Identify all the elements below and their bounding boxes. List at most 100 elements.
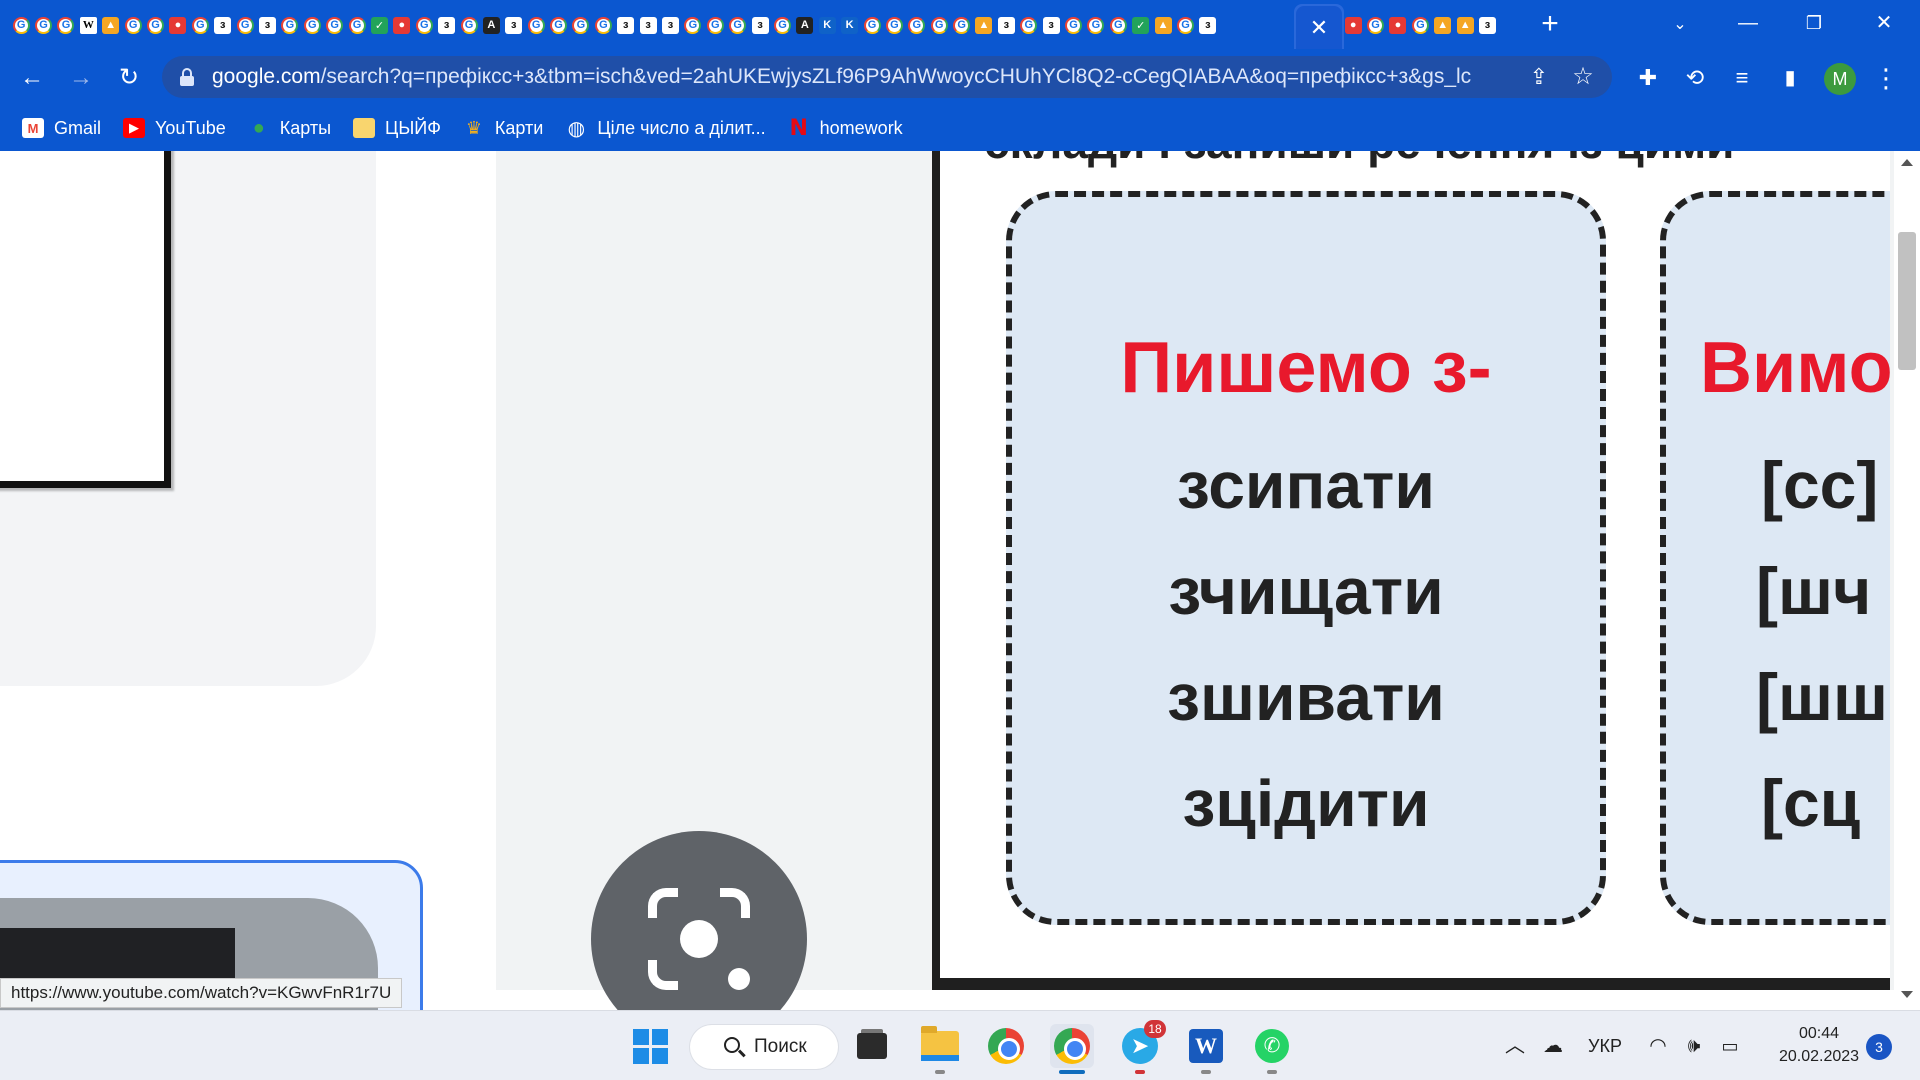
bookmark-integer-division[interactable]: ◍ Ціле число а ділит... — [565, 111, 766, 145]
chrome-active-button[interactable] — [1050, 1024, 1094, 1074]
battery-icon[interactable]: ▭ — [1716, 1033, 1744, 1059]
sync-icon[interactable]: ⟲ — [1680, 63, 1710, 93]
tab[interactable]: з — [503, 10, 525, 40]
tab[interactable]: ▲ — [1432, 10, 1454, 40]
tab[interactable]: з — [1197, 10, 1219, 40]
tab[interactable]: з — [995, 10, 1017, 40]
tab[interactable]: з — [615, 10, 637, 40]
onedrive-cloud-icon[interactable]: ☁ — [1536, 1033, 1570, 1059]
lens-search-button[interactable] — [591, 831, 807, 1010]
url-text[interactable]: google.com/search?q=префіксс+з&tbm=isch&… — [212, 56, 1472, 98]
lock-icon[interactable] — [180, 68, 194, 86]
tab[interactable]: G — [122, 10, 144, 40]
tab[interactable]: G — [771, 10, 793, 40]
tab[interactable]: A — [480, 10, 502, 40]
taskbar-search[interactable]: Поиск — [690, 1025, 838, 1069]
tab[interactable]: ▲ — [973, 10, 995, 40]
tab[interactable]: G — [55, 10, 77, 40]
tab[interactable]: G — [704, 10, 726, 40]
bookmark-gmail[interactable]: M Gmail — [22, 111, 101, 145]
bookmark-maps[interactable]: ● Карты — [248, 111, 331, 145]
profile-avatar[interactable]: M — [1824, 63, 1856, 95]
close-window-button[interactable]: ✕ — [1866, 8, 1902, 38]
image-thumbnail[interactable] — [0, 151, 171, 488]
tab[interactable]: G — [1062, 10, 1084, 40]
tab[interactable]: G — [279, 10, 301, 40]
tab[interactable]: G — [570, 10, 592, 40]
chrome-button[interactable] — [984, 1024, 1028, 1068]
tab[interactable]: з — [256, 10, 278, 40]
tab[interactable]: G — [301, 10, 323, 40]
volume-icon[interactable]: 🕪 — [1680, 1033, 1708, 1059]
tab[interactable]: W — [77, 10, 99, 40]
tab[interactable]: з — [435, 10, 457, 40]
notification-badge[interactable]: 3 — [1866, 1034, 1892, 1060]
bookmark-homework[interactable]: Nhomework — [788, 111, 902, 145]
tab-search-button[interactable]: ⌄ — [1665, 10, 1695, 40]
preview-image[interactable]: склади і запиши речення із цими Пишемо з… — [932, 151, 1890, 990]
forward-button[interactable]: → — [66, 63, 96, 93]
reload-button[interactable]: ↻ — [114, 63, 144, 93]
tab[interactable]: ● — [1342, 10, 1364, 40]
tab[interactable]: G — [682, 10, 704, 40]
tab[interactable]: ● — [167, 10, 189, 40]
media-control-icon[interactable]: ≡ — [1727, 63, 1757, 93]
scrollbar[interactable] — [1894, 151, 1920, 1000]
language-indicator[interactable]: УКР — [1580, 1033, 1630, 1059]
tab[interactable]: G — [906, 10, 928, 40]
bookmark-youtube[interactable]: ▶ YouTube — [123, 111, 226, 145]
tab[interactable]: G — [323, 10, 345, 40]
new-tab-button[interactable]: + — [1535, 9, 1565, 40]
address-bar[interactable]: google.com/search?q=префіксс+з&tbm=isch&… — [162, 56, 1612, 98]
tab[interactable]: G — [1174, 10, 1196, 40]
share-icon[interactable]: ⇪ — [1524, 62, 1554, 92]
tab[interactable]: G — [1409, 10, 1431, 40]
tab[interactable]: G — [883, 10, 905, 40]
tray-overflow-chevron-icon[interactable]: ︿ — [1502, 1033, 1528, 1059]
task-view-button[interactable] — [850, 1024, 894, 1068]
wifi-icon[interactable]: ◠ — [1644, 1033, 1672, 1059]
tab[interactable]: G — [525, 10, 547, 40]
tab[interactable]: K — [816, 10, 838, 40]
start-button[interactable] — [628, 1024, 672, 1068]
tab[interactable]: G — [928, 10, 950, 40]
tab[interactable]: K — [838, 10, 860, 40]
tab[interactable]: ● — [391, 10, 413, 40]
tab[interactable]: G — [234, 10, 256, 40]
scroll-thumb[interactable] — [1898, 232, 1916, 370]
scroll-down-arrow-icon[interactable] — [1901, 991, 1913, 998]
scroll-up-arrow-icon[interactable] — [1901, 159, 1913, 166]
tab[interactable]: A — [794, 10, 816, 40]
extensions-icon[interactable]: ✚ — [1633, 63, 1663, 93]
back-button[interactable]: ← — [17, 63, 47, 93]
tab[interactable]: G — [1107, 10, 1129, 40]
tab[interactable]: G — [413, 10, 435, 40]
tab[interactable]: з — [212, 10, 234, 40]
tab[interactable]: з — [1476, 10, 1498, 40]
tab[interactable]: ▲ — [1454, 10, 1476, 40]
tab[interactable]: ▲ — [100, 10, 122, 40]
tab[interactable]: ✓ — [368, 10, 390, 40]
tab[interactable]: G — [458, 10, 480, 40]
tab[interactable]: ▲ — [1152, 10, 1174, 40]
tab[interactable]: G — [547, 10, 569, 40]
tab[interactable]: G — [727, 10, 749, 40]
tab[interactable]: G — [592, 10, 614, 40]
tab[interactable]: G — [144, 10, 166, 40]
tab[interactable]: G — [10, 10, 32, 40]
file-explorer-button[interactable] — [918, 1024, 962, 1074]
menu-icon[interactable]: ⋮ — [1871, 63, 1901, 93]
side-panel-icon[interactable]: ▮ — [1775, 63, 1805, 93]
tab[interactable]: з — [637, 10, 659, 40]
clock[interactable]: 00:44 20.02.2023 — [1766, 1022, 1872, 1068]
tab[interactable]: G — [950, 10, 972, 40]
tab[interactable]: G — [861, 10, 883, 40]
tab[interactable]: G — [189, 10, 211, 40]
tab[interactable]: ● — [1387, 10, 1409, 40]
tab[interactable]: ✓ — [1130, 10, 1152, 40]
restore-button[interactable]: ❐ — [1796, 8, 1832, 38]
minimize-button[interactable]: — — [1730, 8, 1766, 38]
tab[interactable]: G — [1364, 10, 1386, 40]
image-result-card[interactable] — [0, 151, 376, 686]
bookmark-folder[interactable]: ЦЫЙФ — [353, 111, 441, 145]
